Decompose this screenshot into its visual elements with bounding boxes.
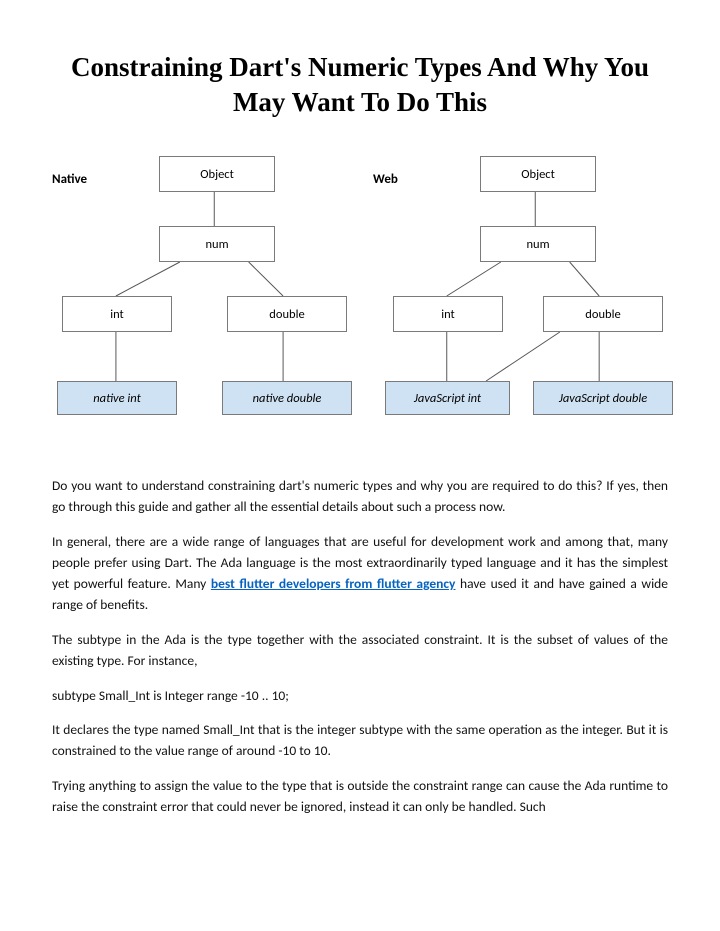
node-int: int [393,296,503,332]
native-label: Native [52,172,87,187]
code-line: subtype Small_Int is Integer range -10 .… [52,686,668,707]
leaf-native-double: native double [222,381,352,415]
paragraph: In general, there are a wide range of la… [52,532,668,616]
node-object: Object [480,156,596,192]
type-hierarchy-diagram: Native Object num int double native int … [52,156,668,436]
web-tree: Web Object num int double JavaScript int… [373,156,668,436]
node-double: double [227,296,347,332]
node-num: num [480,226,596,262]
paragraph: It declares the type named Small_Int tha… [52,720,668,762]
page-title: Constraining Dart's Numeric Types And Wh… [52,50,668,120]
node-double: double [543,296,663,332]
node-int: int [62,296,172,332]
native-tree: Native Object num int double native int … [52,156,347,436]
paragraph: Trying anything to assign the value to t… [52,776,668,818]
article-body: Do you want to understand constraining d… [52,476,668,818]
web-label: Web [373,172,398,187]
paragraph: Do you want to understand constraining d… [52,476,668,518]
node-object: Object [159,156,275,192]
leaf-js-double: JavaScript double [533,381,673,415]
link-flutter-agency[interactable]: best flutter developers from flutter age… [211,575,456,592]
leaf-native-int: native int [57,381,177,415]
paragraph: The subtype in the Ada is the type toget… [52,630,668,672]
leaf-js-int: JavaScript int [385,381,510,415]
node-num: num [159,226,275,262]
